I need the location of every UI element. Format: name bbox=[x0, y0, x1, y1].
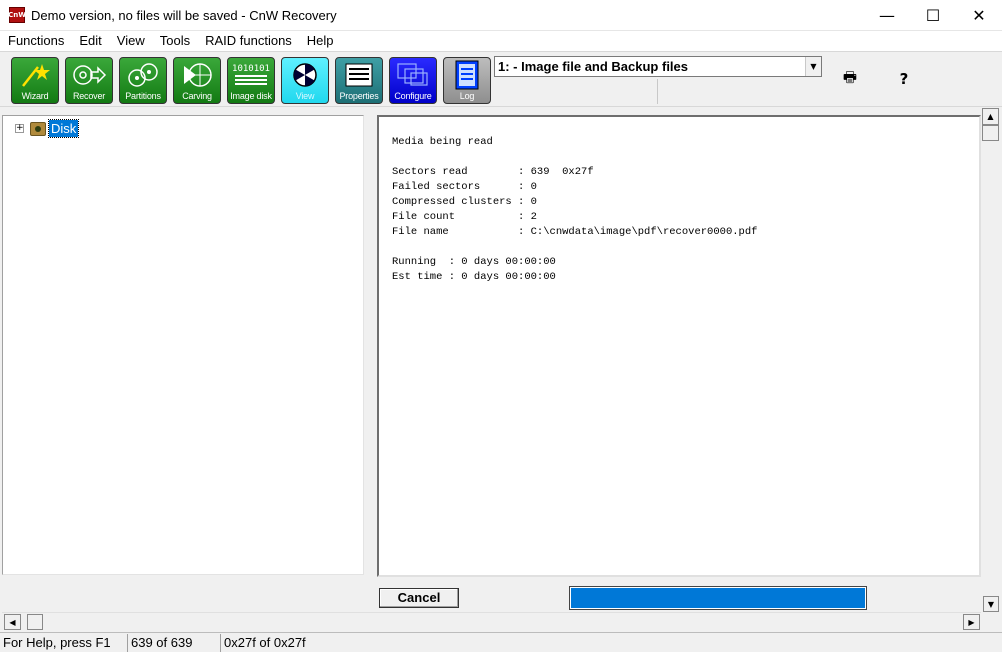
svg-text:1010101: 1010101 bbox=[232, 64, 270, 74]
close-button[interactable]: ✕ bbox=[956, 0, 1002, 31]
tree-item-label[interactable]: Disk bbox=[47, 119, 80, 138]
binary-icon: 1010101 bbox=[228, 58, 274, 91]
carving-label: Carving bbox=[182, 91, 212, 101]
toolbar-divider bbox=[657, 79, 658, 104]
image-disk-button[interactable]: 1010101 Image disk bbox=[227, 57, 275, 104]
tree-item-disk[interactable]: + Disk bbox=[15, 119, 80, 138]
scroll-right-icon[interactable]: ▶ bbox=[963, 614, 980, 630]
log-output: Media being read​Sectors read : 639 0x27… bbox=[392, 135, 757, 285]
scroll-thumb[interactable] bbox=[982, 125, 999, 141]
minimize-button[interactable]: — bbox=[864, 0, 910, 31]
wizard-button[interactable]: Wizard bbox=[11, 57, 59, 104]
log-line: Media being read bbox=[392, 136, 493, 148]
image-disk-label: Image disk bbox=[230, 91, 272, 101]
menu-raid-functions[interactable]: RAID functions bbox=[197, 31, 299, 51]
chevron-down-icon[interactable]: ▼ bbox=[805, 57, 821, 76]
log-button[interactable]: Log bbox=[443, 57, 491, 104]
log-panel: Media being read​Sectors read : 639 0x27… bbox=[377, 115, 981, 577]
expand-icon[interactable]: + bbox=[15, 124, 24, 133]
menu-functions[interactable]: Functions bbox=[0, 31, 71, 51]
status-sectors: 639 of 639 bbox=[128, 633, 221, 652]
vertical-scrollbar[interactable]: ▲ bbox=[982, 108, 1000, 578]
help-icon[interactable]: ? bbox=[894, 69, 914, 89]
configure-icon bbox=[390, 58, 436, 91]
partitions-icon bbox=[120, 58, 166, 91]
view-icon bbox=[282, 58, 328, 91]
configure-button[interactable]: Configure bbox=[389, 57, 437, 104]
scroll-up-icon[interactable]: ▲ bbox=[982, 108, 999, 125]
log-line: ​ bbox=[392, 150, 757, 165]
scroll-left-icon[interactable]: ◀ bbox=[4, 614, 21, 630]
log-line: Compressed clusters : 0 bbox=[392, 196, 537, 208]
log-line: ​ bbox=[392, 240, 757, 255]
view-label: View bbox=[295, 91, 315, 101]
configure-label: Configure bbox=[394, 91, 432, 101]
disk-select-value: 1: - Image file and Backup files bbox=[498, 59, 688, 74]
status-hex: 0x27f of 0x27f bbox=[224, 634, 306, 650]
status-help: For Help, press F1 bbox=[0, 633, 128, 652]
carving-icon bbox=[174, 58, 220, 91]
log-line: Running : 0 days 00:00:00 bbox=[392, 256, 556, 268]
wand-icon bbox=[12, 58, 58, 91]
partitions-label: Partitions bbox=[125, 91, 161, 101]
cancel-button[interactable]: Cancel bbox=[379, 588, 459, 608]
log-label: Log bbox=[459, 91, 475, 101]
scroll-down-icon[interactable]: ▼ bbox=[983, 596, 999, 612]
maximize-button[interactable]: ☐ bbox=[910, 0, 956, 31]
recover-icon bbox=[66, 58, 112, 91]
view-button[interactable]: View bbox=[281, 57, 329, 104]
panel-splitter[interactable] bbox=[366, 108, 374, 578]
menu-bar: Functions Edit View Tools RAID functions… bbox=[0, 31, 1002, 51]
properties-icon bbox=[336, 58, 382, 91]
log-line: File name : C:\cnwdata\image\pdf\recover… bbox=[392, 226, 758, 238]
progress-bar bbox=[569, 586, 867, 610]
hscroll-thumb[interactable] bbox=[27, 614, 43, 630]
log-icon bbox=[444, 58, 490, 91]
log-line: Est time : 0 days 00:00:00 bbox=[392, 271, 556, 283]
menu-view[interactable]: View bbox=[109, 31, 152, 51]
wizard-label: Wizard bbox=[21, 91, 49, 101]
log-line: File count : 2 bbox=[392, 211, 537, 223]
disk-select[interactable]: 1: - Image file and Backup files ▼ bbox=[494, 56, 822, 77]
disk-tree-panel: + Disk bbox=[2, 115, 364, 575]
carving-button[interactable]: Carving bbox=[173, 57, 221, 104]
recover-button[interactable]: Recover bbox=[65, 57, 113, 104]
progress-fill bbox=[571, 588, 865, 608]
log-line: Sectors read : 639 0x27f bbox=[392, 166, 594, 178]
print-icon[interactable]: 🖶 bbox=[840, 68, 860, 89]
recover-label: Recover bbox=[72, 91, 106, 101]
menu-edit[interactable]: Edit bbox=[71, 31, 108, 51]
log-line: Failed sectors : 0 bbox=[392, 181, 537, 193]
partitions-button[interactable]: Partitions bbox=[119, 57, 167, 104]
menu-help[interactable]: Help bbox=[299, 31, 341, 51]
window-title: Demo version, no files will be saved - C… bbox=[31, 7, 337, 23]
properties-button[interactable]: Properties bbox=[335, 57, 383, 104]
menu-tools[interactable]: Tools bbox=[152, 31, 197, 51]
app-icon: CnW bbox=[8, 7, 26, 23]
disk-icon bbox=[30, 121, 46, 136]
horizontal-scrollbar[interactable]: ◀ ▶ bbox=[2, 612, 981, 630]
properties-label: Properties bbox=[339, 91, 379, 101]
window-controls: — ☐ ✕ bbox=[864, 0, 1002, 31]
status-bar: For Help, press F1 639 of 639 0x27f of 0… bbox=[0, 632, 1002, 652]
title-bar: CnW Demo version, no files will be saved… bbox=[0, 0, 1002, 31]
